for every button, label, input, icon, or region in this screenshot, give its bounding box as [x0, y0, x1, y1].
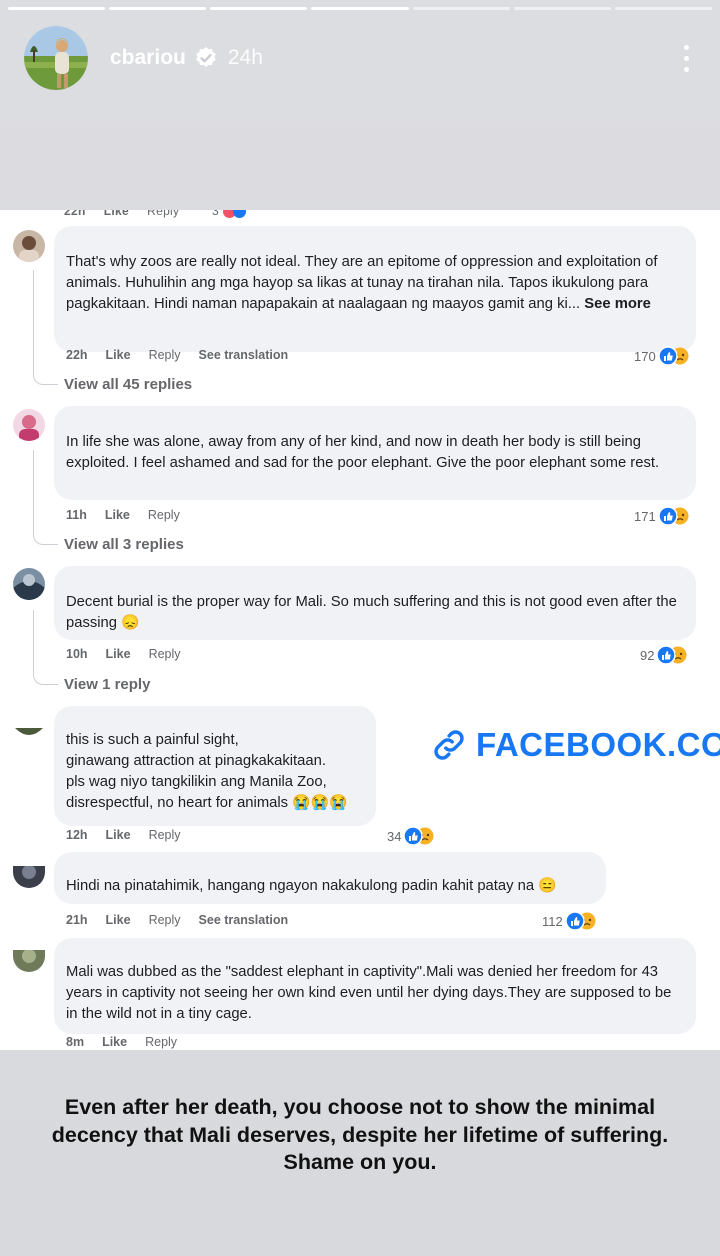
reaction-summary[interactable]: 171: [634, 506, 690, 526]
like-sad-reaction-icon: [657, 346, 689, 366]
thread-line: [33, 610, 58, 685]
partial-action-row: 22h Like Reply 3: [64, 210, 246, 219]
comment-text-line: this is such a painful sight,: [66, 732, 239, 748]
comment-bubble: That's why zoos are really not ideal. Th…: [54, 226, 696, 352]
story-caption: Even after her death, you choose not to …: [51, 1095, 669, 1174]
like-button[interactable]: Like: [102, 1035, 127, 1049]
expressionless-emoji: 😑: [538, 878, 557, 894]
view-replies-link[interactable]: View all 3 replies: [64, 536, 184, 553]
like-sad-reaction-icon: [657, 506, 689, 526]
comment-bubble: Hindi na pinatahimik, hangang ngayon nak…: [54, 852, 606, 904]
comment-time[interactable]: 11h: [66, 508, 87, 522]
reply-button[interactable]: Reply: [149, 647, 181, 661]
reply-button[interactable]: Reply: [149, 348, 181, 362]
view-replies-link[interactable]: View all 45 replies: [64, 376, 192, 393]
thread-line: [33, 270, 58, 385]
comment-bubble: In life she was alone, away from any of …: [54, 406, 696, 500]
reaction-summary[interactable]: 112: [542, 911, 597, 931]
story-progress: [8, 7, 712, 10]
comment-bubble: Decent burial is the proper way for Mali…: [54, 566, 696, 640]
more-options-button[interactable]: [676, 38, 696, 78]
reply-button[interactable]: Reply: [148, 508, 180, 522]
reaction-count: 92: [640, 647, 655, 663]
comment-time[interactable]: 12h: [66, 828, 88, 842]
commenter-avatar[interactable]: [13, 568, 45, 600]
dot-icon: [683, 66, 689, 72]
commenter-avatar[interactable]: [13, 409, 45, 441]
reaction-summary[interactable]: 170: [634, 346, 690, 366]
progress-segment: [210, 7, 308, 10]
comment-bubble: this is such a painful sight, ginawang a…: [54, 706, 376, 826]
like-sad-reaction-icon: [656, 645, 687, 665]
progress-segment: [513, 7, 611, 10]
comments-screenshot: 22h Like Reply 3 That's why zoos are rea…: [0, 210, 720, 1050]
comment-time[interactable]: 8m: [66, 1035, 84, 1049]
comment-text-line: pls wag niyo tangkilikin ang Manila Zoo,: [66, 774, 327, 790]
reaction-summary[interactable]: 34: [387, 826, 435, 846]
reply-button[interactable]: Reply: [149, 913, 181, 927]
facebook-watermark: FACEBOOK.COM: [430, 726, 720, 764]
comment-text-line: disrespectful, no heart for animals: [66, 795, 289, 811]
story-time: 24h: [227, 46, 263, 69]
like-button[interactable]: Like: [105, 508, 130, 522]
comment-text: In life she was alone, away from any of …: [66, 434, 660, 471]
reaction-count: 112: [542, 913, 563, 929]
comment-actions: 10h Like Reply: [66, 647, 181, 661]
reaction-count: 171: [634, 508, 656, 524]
see-more-link[interactable]: See more: [584, 296, 651, 312]
crying-emoji: 😭😭😭: [292, 795, 348, 811]
comment-text-line: ginawang attraction at pinagkakakitaan.: [66, 753, 326, 769]
watermark-text: FACEBOOK.COM: [476, 726, 720, 763]
reply-button[interactable]: Reply: [145, 1035, 177, 1049]
verified-badge-icon: [196, 47, 216, 67]
progress-segment: [311, 7, 409, 10]
reply-button[interactable]: Reply: [149, 828, 181, 842]
comment-actions: 22h Like Reply See translation: [66, 348, 288, 362]
see-translation-button[interactable]: See translation: [199, 348, 289, 362]
story-header: cbariou 24h: [24, 26, 696, 90]
disappointed-emoji: 😞: [121, 615, 140, 631]
reaction-summary[interactable]: 92: [640, 645, 688, 665]
progress-segment: [8, 7, 106, 10]
reaction-count: 170: [634, 348, 656, 364]
dot-icon: [683, 44, 689, 50]
comment-time[interactable]: 21h: [66, 913, 88, 927]
like-button[interactable]: Like: [106, 828, 131, 842]
story-avatar[interactable]: [24, 26, 88, 90]
commenter-avatar[interactable]: [13, 950, 45, 972]
comment-actions: 8m Like Reply: [66, 1035, 177, 1049]
comment-time[interactable]: 22h: [66, 348, 88, 362]
commenter-avatar[interactable]: [13, 720, 45, 742]
like-sad-reaction-icon: [403, 826, 434, 846]
story-username[interactable]: cbariou: [110, 46, 186, 70]
thread-line: [33, 450, 58, 545]
like-button[interactable]: Like: [106, 348, 131, 362]
progress-segment: [614, 7, 712, 10]
comment-actions: 12h Like Reply: [66, 828, 181, 842]
comment-text: Hindi na pinatahimik, hangang ngayon nak…: [66, 878, 535, 894]
commenter-avatar[interactable]: [13, 230, 45, 262]
comment-actions: 21h Like Reply See translation: [66, 913, 288, 927]
progress-segment: [412, 7, 510, 10]
see-translation-button[interactable]: See translation: [199, 913, 289, 927]
comment-text: Mali was dubbed as the "saddest elephant…: [66, 964, 672, 1022]
view-replies-link[interactable]: View 1 reply: [64, 676, 150, 693]
like-button[interactable]: Like: [106, 913, 131, 927]
commenter-avatar[interactable]: [13, 866, 45, 888]
reaction-count: 34: [387, 828, 402, 844]
comment-time[interactable]: 10h: [66, 647, 88, 661]
comment-actions: 11h Like Reply: [66, 508, 180, 522]
like-sad-reaction-icon: [564, 911, 596, 931]
dot-icon: [683, 55, 689, 61]
comment-bubble: Mali was dubbed as the "saddest elephant…: [54, 938, 696, 1034]
comment-text: Decent burial is the proper way for Mali…: [66, 594, 677, 631]
progress-segment: [109, 7, 207, 10]
like-button[interactable]: Like: [106, 647, 131, 661]
comment-text: That's why zoos are really not ideal. Th…: [66, 254, 658, 312]
link-icon: [434, 730, 464, 760]
